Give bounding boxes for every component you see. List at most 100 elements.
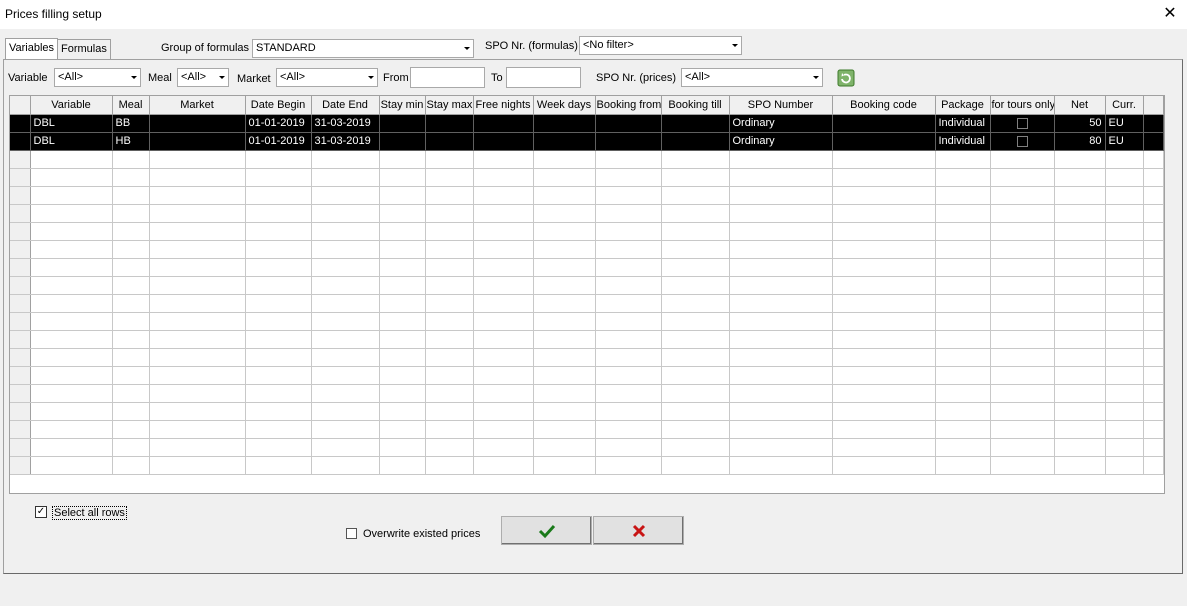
empty-cell[interactable]	[149, 258, 246, 277]
empty-cell[interactable]	[1143, 222, 1164, 241]
cell-date-end[interactable]: 31-03-2019	[311, 132, 380, 151]
empty-cell[interactable]	[149, 150, 246, 169]
overwrite-prices-checkbox[interactable]	[346, 528, 357, 539]
empty-cell[interactable]	[595, 222, 662, 241]
empty-cell[interactable]	[533, 330, 596, 349]
empty-cell[interactable]	[379, 276, 426, 295]
empty-cell[interactable]	[425, 150, 474, 169]
empty-cell[interactable]	[379, 456, 426, 475]
empty-cell[interactable]	[112, 330, 150, 349]
row-indicator[interactable]	[10, 438, 31, 457]
row-indicator[interactable]	[10, 348, 31, 367]
empty-cell[interactable]	[595, 330, 662, 349]
empty-row[interactable]	[10, 240, 1164, 259]
empty-cell[interactable]	[149, 456, 246, 475]
empty-row[interactable]	[10, 312, 1164, 331]
empty-cell[interactable]	[832, 186, 936, 205]
empty-cell[interactable]	[473, 438, 534, 457]
empty-cell[interactable]	[1054, 312, 1106, 331]
empty-cell[interactable]	[112, 150, 150, 169]
empty-cell[interactable]	[149, 240, 246, 259]
empty-cell[interactable]	[661, 168, 730, 187]
empty-cell[interactable]	[379, 168, 426, 187]
empty-cell[interactable]	[1054, 168, 1106, 187]
empty-cell[interactable]	[832, 312, 936, 331]
empty-cell[interactable]	[1054, 348, 1106, 367]
empty-cell[interactable]	[473, 186, 534, 205]
empty-cell[interactable]	[311, 456, 380, 475]
empty-cell[interactable]	[30, 438, 113, 457]
empty-cell[interactable]	[595, 384, 662, 403]
empty-cell[interactable]	[1143, 438, 1164, 457]
empty-row[interactable]	[10, 330, 1164, 349]
empty-cell[interactable]	[30, 330, 113, 349]
cell-net[interactable]: 80	[1054, 132, 1106, 151]
empty-cell[interactable]	[990, 330, 1055, 349]
empty-cell[interactable]	[112, 402, 150, 421]
empty-cell[interactable]	[473, 150, 534, 169]
empty-cell[interactable]	[245, 168, 312, 187]
empty-cell[interactable]	[379, 204, 426, 223]
empty-cell[interactable]	[245, 240, 312, 259]
empty-row[interactable]	[10, 420, 1164, 439]
empty-cell[interactable]	[729, 438, 833, 457]
empty-cell[interactable]	[1105, 240, 1144, 259]
empty-cell[interactable]	[935, 384, 991, 403]
row-indicator[interactable]	[10, 258, 31, 277]
empty-cell[interactable]	[729, 420, 833, 439]
empty-cell[interactable]	[661, 438, 730, 457]
row-indicator[interactable]	[10, 366, 31, 385]
empty-cell[interactable]	[990, 348, 1055, 367]
empty-cell[interactable]	[533, 150, 596, 169]
row-indicator[interactable]	[10, 204, 31, 223]
empty-cell[interactable]	[661, 384, 730, 403]
empty-cell[interactable]	[990, 240, 1055, 259]
empty-cell[interactable]	[1105, 276, 1144, 295]
row-indicator[interactable]	[10, 222, 31, 241]
empty-cell[interactable]	[311, 294, 380, 313]
cell-meal[interactable]: HB	[112, 132, 150, 151]
empty-cell[interactable]	[990, 222, 1055, 241]
empty-cell[interactable]	[832, 456, 936, 475]
empty-cell[interactable]	[149, 330, 246, 349]
empty-cell[interactable]	[473, 420, 534, 439]
row-indicator[interactable]	[10, 276, 31, 295]
meal-filter-select[interactable]: <All>	[177, 68, 229, 87]
empty-row[interactable]	[10, 150, 1164, 169]
empty-cell[interactable]	[729, 348, 833, 367]
empty-cell[interactable]	[149, 438, 246, 457]
empty-cell[interactable]	[729, 312, 833, 331]
empty-cell[interactable]	[832, 384, 936, 403]
select-all-rows-checkbox[interactable]: ✓	[35, 506, 47, 518]
empty-cell[interactable]	[425, 222, 474, 241]
column-header[interactable]: Week days	[533, 96, 596, 115]
cell-tours-only[interactable]	[990, 132, 1055, 151]
empty-cell[interactable]	[30, 240, 113, 259]
cell-booking-till[interactable]	[661, 114, 730, 133]
empty-cell[interactable]	[1054, 420, 1106, 439]
empty-cell[interactable]	[533, 258, 596, 277]
empty-cell[interactable]	[112, 420, 150, 439]
column-header[interactable]: Booking from	[595, 96, 662, 115]
empty-cell[interactable]	[245, 186, 312, 205]
variable-filter-select[interactable]: <All>	[54, 68, 141, 87]
table-row[interactable]: DBL BB 01-01-2019 31-03-2019 Ordinary Individ…	[10, 114, 1164, 133]
empty-cell[interactable]	[311, 222, 380, 241]
empty-cell[interactable]	[935, 330, 991, 349]
empty-cell[interactable]	[425, 294, 474, 313]
empty-cell[interactable]	[311, 384, 380, 403]
empty-cell[interactable]	[595, 204, 662, 223]
empty-cell[interactable]	[149, 168, 246, 187]
empty-cell[interactable]	[661, 240, 730, 259]
empty-cell[interactable]	[112, 384, 150, 403]
empty-row[interactable]	[10, 168, 1164, 187]
empty-cell[interactable]	[379, 438, 426, 457]
empty-cell[interactable]	[112, 204, 150, 223]
empty-cell[interactable]	[990, 150, 1055, 169]
empty-cell[interactable]	[1105, 150, 1144, 169]
empty-row[interactable]	[10, 438, 1164, 457]
empty-cell[interactable]	[1105, 348, 1144, 367]
empty-cell[interactable]	[661, 258, 730, 277]
empty-cell[interactable]	[661, 330, 730, 349]
cancel-button[interactable]	[593, 516, 684, 545]
